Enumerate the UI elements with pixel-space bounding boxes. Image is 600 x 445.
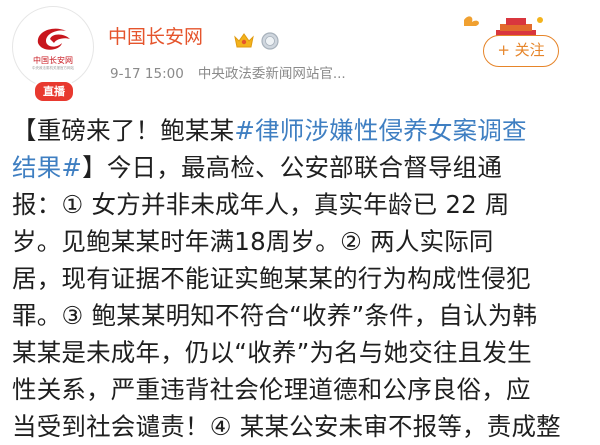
avatar-name-text: 中国长安网 [33,56,73,66]
post-line-3: 报：① 女方并非未成年人，真实年龄已 22 周 [12,190,510,219]
post-line-5: 居，现有证据不能证实鲍某某的行为构成性侵犯 [12,264,531,293]
avatar[interactable]: 中国长安网 中央政法委机关报官方网站 直播 [12,4,96,103]
post-body: 【重磅来了！鲍某某#律师涉嫌性侵养女案调查 结果#】今日，最高检、公安部联合督导… [12,112,596,445]
post-line-1: 【重磅来了！鲍某某#律师涉嫌性侵养女案调查 [12,112,596,149]
post-timestamp: 9-17 15:00 [110,66,184,82]
logo-swirl-icon [37,28,70,51]
post-line-9: 当受到社会谴责！④ 某某公安未审不报等，责成整 [12,412,561,441]
crown-icon[interactable] [233,32,255,50]
hashtag-link[interactable]: #律师涉嫌性侵养女案调查 [234,116,526,145]
follow-button[interactable]: + 关注 [483,35,559,67]
avatar-subtext: 中央政法委机关报官方网站 [32,66,74,71]
live-badge[interactable]: 直播 [33,80,75,103]
post-line-6: 罪。③ 鲍某某明知不符合“收养”条件，自认为韩 [12,301,538,330]
avatar-logo: 中国长安网 中央政法委机关报官方网站 [12,6,94,88]
medal-icon[interactable] [260,31,280,51]
post-line-2: 结果#】今日，最高检、公安部联合督导组通 [12,149,596,186]
post-line-4: 岁。见鲍某某时年满18周岁。② 两人实际同 [12,227,494,256]
post-line-7: 某某是未成年，仍以“收养”为名与她交往且发生 [12,338,532,367]
post-source[interactable]: 中央政法委新闻网站官... [198,66,346,82]
account-name[interactable]: 中国长安网 [108,28,203,47]
post-line-8: 性关系，严重违背社会伦理道德和公序良俗，应 [12,375,531,404]
post-text: 【重磅来了！鲍某某 [12,116,235,145]
hashtag-link[interactable]: 结果# [12,153,82,182]
post-text: 】今日，最高检、公安部联合督导组通 [82,153,503,182]
post-meta: 9-17 15:00 中央政法委新闻网站官... [110,66,346,82]
